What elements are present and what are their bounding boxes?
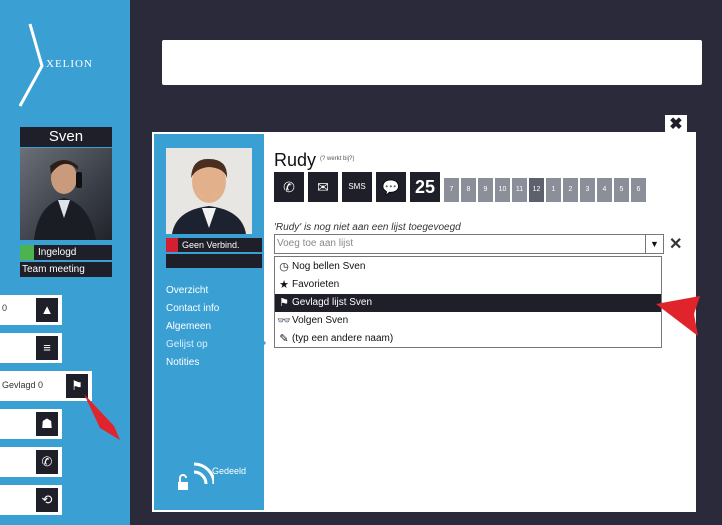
red-arrow-icon	[656, 296, 700, 336]
contact-panel: Geen Verbind. Overzicht Contact info Alg…	[152, 132, 696, 512]
calendar-icon[interactable]: 25	[410, 172, 440, 202]
dropdown-item[interactable]: ★ Favorieten	[275, 276, 661, 294]
list-icon: ≡	[36, 336, 58, 360]
offline-indicator	[166, 238, 178, 252]
menu-gelijst-op[interactable]: Gelijst op	[166, 336, 219, 354]
dropdown-item-label: Gevlagd lijst Sven	[292, 297, 373, 308]
dropdown-item[interactable]: ✎ (typ een andere naam)	[275, 330, 661, 348]
sms-icon[interactable]: SMS	[342, 172, 372, 202]
time-slot[interactable]: 1	[546, 178, 561, 202]
contact-avatar-image	[166, 148, 252, 234]
user-status[interactable]: Ingelogd	[20, 245, 112, 260]
avatar-image	[34, 160, 96, 240]
red-arrow-icon	[84, 394, 120, 440]
sidebar: XELION Sven Ingelogd Team meeting 0 ▲ ≡ …	[0, 0, 130, 525]
clear-icon[interactable]: ✕	[669, 234, 682, 254]
flagged-label: Gevlagd 0	[2, 380, 43, 390]
time-slot-current[interactable]: 12	[529, 178, 544, 202]
status-online-indicator	[20, 245, 34, 260]
dropdown-item-label: (typ een andere naam)	[292, 333, 394, 344]
contact-menu: Overzicht Contact info Algemeen Gelijst …	[166, 282, 219, 372]
shared-label: Gedeeld	[212, 466, 247, 476]
add-to-list-combobox[interactable]: Voeg toe aan lijst ▼	[274, 234, 664, 254]
call-icon[interactable]: ✆	[274, 172, 304, 202]
calls-button[interactable]: ✆	[0, 447, 62, 477]
time-slot[interactable]: 10	[495, 178, 510, 202]
menu-notities[interactable]: Notities	[166, 354, 219, 372]
flagged-button[interactable]: Gevlagd 0 ⚑	[0, 371, 92, 401]
time-slot[interactable]: 6	[631, 178, 646, 202]
brand-name: XELION	[46, 58, 93, 70]
time-slot[interactable]: 4	[597, 178, 612, 202]
active-menu-pointer	[258, 334, 266, 352]
flagged-text: Gevlagd	[2, 380, 36, 390]
alerts-button[interactable]: 0 ▲	[0, 295, 62, 325]
dropdown-item[interactable]: 👓 Volgen Sven	[275, 312, 661, 330]
star-icon: ★	[279, 279, 289, 291]
status-bar	[166, 254, 262, 268]
dropdown-item[interactable]: ◷ Nog bellen Sven	[275, 258, 661, 276]
lists-button[interactable]: ≡	[0, 333, 62, 363]
phone-icon: ✆	[36, 450, 58, 474]
contact-company[interactable]: (? werkt bij?)	[320, 156, 354, 162]
menu-overzicht[interactable]: Overzicht	[166, 282, 219, 300]
mail-icon[interactable]: ✉	[308, 172, 338, 202]
time-slot[interactable]: 2	[563, 178, 578, 202]
dropdown-item-label: Nog bellen Sven	[292, 261, 366, 272]
user-meeting[interactable]: Team meeting	[20, 262, 112, 277]
chevron-down-icon[interactable]: ▼	[645, 235, 663, 253]
history-icon: ⟲	[36, 488, 58, 512]
status-label: Ingelogd	[38, 247, 77, 258]
user-name: Sven	[20, 127, 112, 147]
time-slot[interactable]: 5	[614, 178, 629, 202]
contact-avatar	[166, 148, 252, 234]
app-window: XELION Sven Ingelogd Team meeting 0 ▲ ≡ …	[0, 0, 722, 525]
connection-label: Geen Verbind.	[182, 240, 240, 250]
search-bar[interactable]	[162, 40, 702, 85]
connection-status: Geen Verbind.	[166, 238, 262, 252]
dropdown-item-selected[interactable]: ⚑ Gevlagd lijst Sven	[275, 294, 661, 312]
contacts-button[interactable]: ☗	[0, 409, 62, 439]
menu-contact-info[interactable]: Contact info	[166, 300, 219, 318]
dropdown-item-label: Favorieten	[292, 279, 340, 290]
pencil-icon: ✎	[279, 333, 289, 345]
chat-icon[interactable]: 💬	[376, 172, 406, 202]
dropdown-item-label: Volgen Sven	[292, 315, 349, 326]
alerts-count: 0	[2, 303, 8, 313]
people-icon: ☗	[36, 412, 58, 436]
flagged-count: 0	[38, 380, 44, 390]
shared-icon[interactable]	[174, 454, 214, 494]
clock-icon: ◷	[279, 261, 289, 273]
history-button[interactable]: ⟲	[0, 485, 62, 515]
add-to-list-input[interactable]: Voeg toe aan lijst	[277, 238, 353, 249]
time-slot[interactable]: 11	[512, 178, 527, 202]
time-slot[interactable]: 8	[461, 178, 476, 202]
time-slot[interactable]: 7	[444, 178, 459, 202]
menu-algemeen[interactable]: Algemeen	[166, 318, 219, 336]
list-dropdown: ◷ Nog bellen Sven ★ Favorieten ⚑ Gevlagd…	[274, 256, 662, 348]
follow-icon: 👓	[277, 315, 291, 327]
time-slot[interactable]: 3	[580, 178, 595, 202]
time-slot[interactable]: 9	[478, 178, 493, 202]
warning-icon: ▲	[36, 298, 58, 322]
flag-icon: ⚑	[279, 297, 289, 309]
list-hint-text: 'Rudy' is nog niet aan een lijst toegevo…	[274, 222, 461, 233]
contact-sidebar: Geen Verbind. Overzicht Contact info Alg…	[154, 134, 266, 510]
contact-name: Rudy	[274, 150, 317, 170]
user-avatar[interactable]	[20, 148, 112, 240]
